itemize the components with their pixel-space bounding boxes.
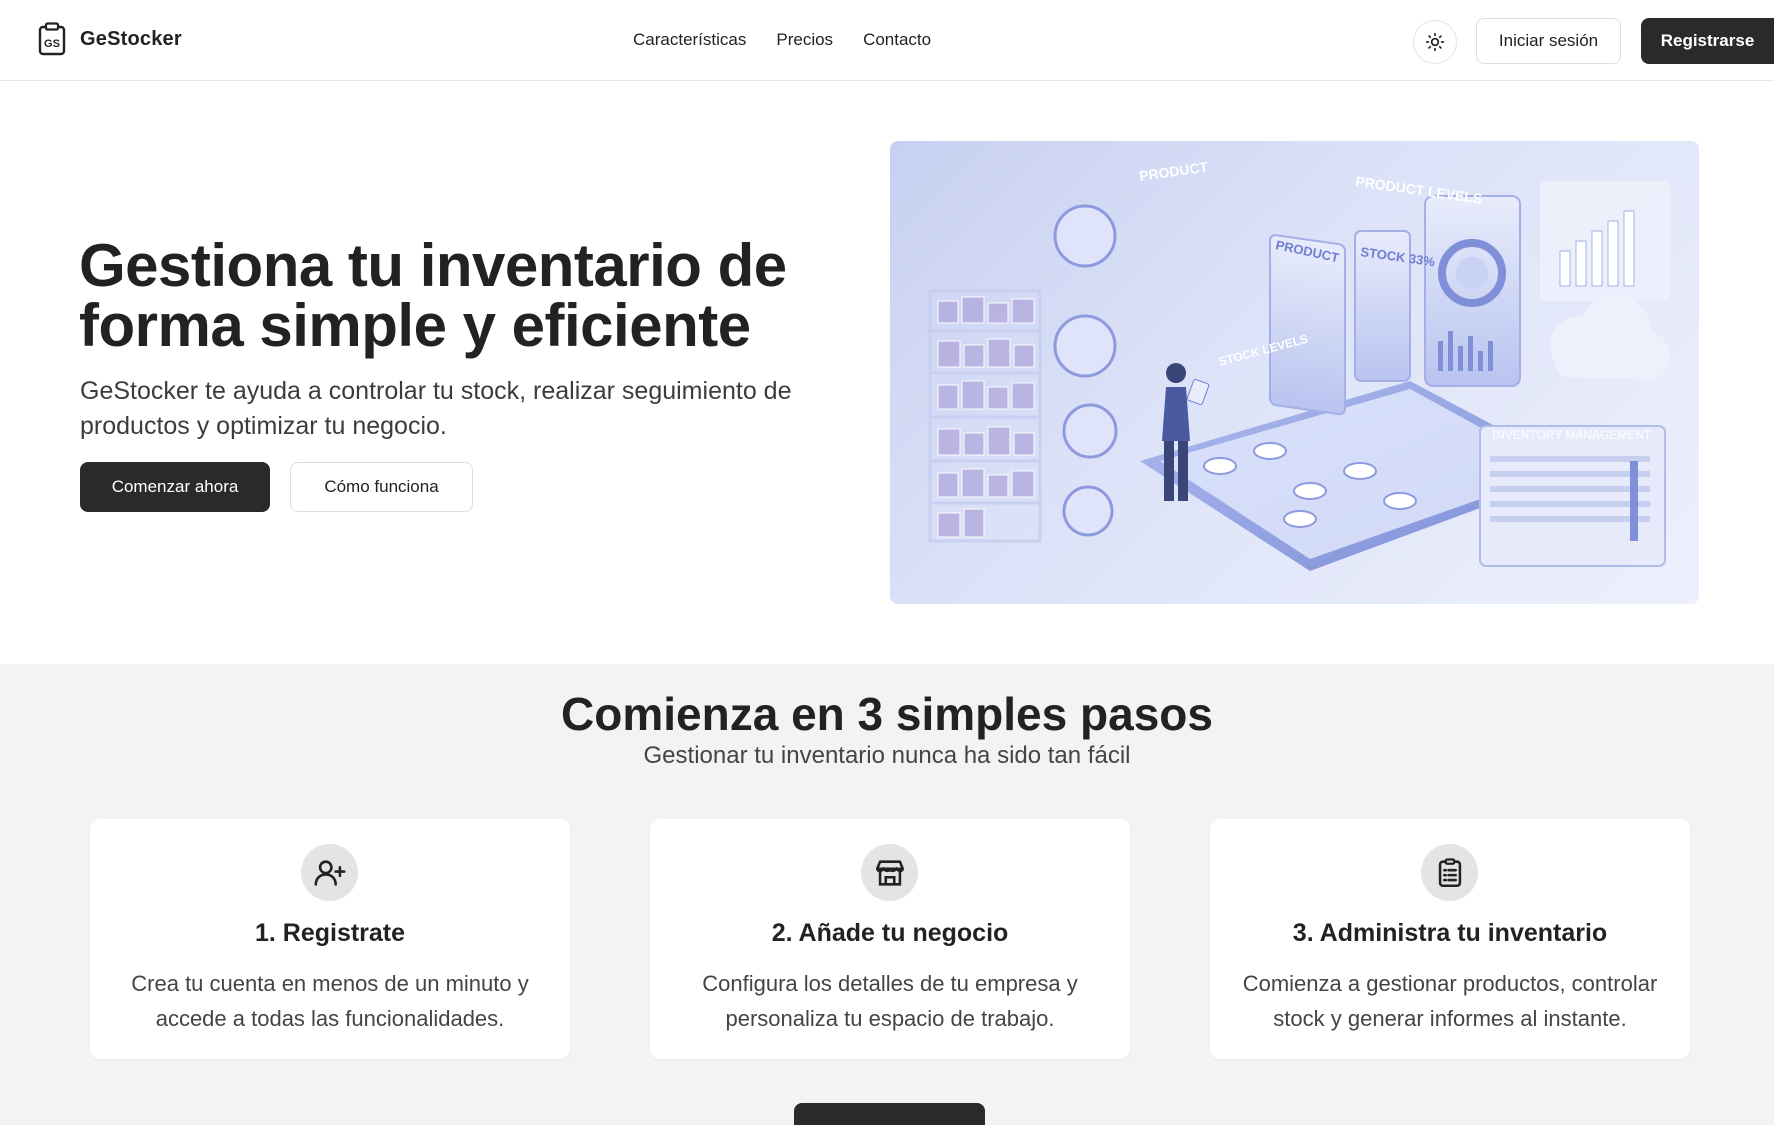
warehouse-shelf [928,289,1042,543]
step-icon-container [861,844,918,901]
illustration-label-product: PRODUCT [1138,158,1209,184]
step-icon-container [301,844,358,901]
clipboard-list-icon [1438,857,1461,887]
step-title: 3. Administra tu inventario [1292,919,1608,947]
nav-link-contacto[interactable]: Contacto [863,30,931,50]
theme-toggle-button[interactable] [1413,20,1457,64]
clipboard-logo-icon: GS [38,22,66,56]
step-icon-container [1421,844,1478,901]
step-description: Crea tu cuenta en menos de un minuto y a… [131,971,529,1031]
step-title: 2. Añade tu negocio [771,919,1009,947]
brand[interactable]: GS GeStocker [38,22,182,56]
step-description: Configura los detalles de tu empresa y p… [702,971,1078,1031]
store-icon [875,859,904,886]
brand-name: GeStocker [80,27,182,50]
illustration-label-inventory: INVENTORY MANAGEMENT [1493,428,1652,442]
bottom-cta-button[interactable] [794,1103,985,1125]
logo-text: GS [44,38,60,50]
step-description: Comienza a gestionar productos, controla… [1242,971,1658,1031]
main-nav: Características Precios Contacto [633,30,931,50]
register-button[interactable]: Registrarse [1641,18,1774,64]
step-title: 1. Registrate [254,919,406,947]
how-it-works-button[interactable]: Cómo funciona [290,462,473,512]
nav-link-precios[interactable]: Precios [776,30,833,50]
steps-title: Comienza en 3 simples pasos [561,688,1213,740]
login-button[interactable]: Iniciar sesión [1476,18,1621,64]
user-plus-icon [314,859,345,886]
hero-subtitle: GeStocker te ayuda a controlar tu stock,… [80,377,792,440]
sun-icon [1425,32,1445,52]
steps-subtitle: Gestionar tu inventario nunca ha sido ta… [643,742,1131,769]
illustration-label-product-levels: PRODUCT LEVELS [1355,173,1484,207]
step-card-business: 2. Añade tu negocio Configura los detall… [650,819,1130,1059]
step-card-manage: 3. Administra tu inventario Comienza a g… [1210,819,1690,1059]
hero-title: Gestiona tu inventario de forma simple y… [79,232,787,359]
inventory-illustration: INVENTORY MANAGEMENT PRODUCT PRODUCT LEV… [928,158,1670,571]
start-now-button[interactable]: Comenzar ahora [80,462,270,512]
hero-illustration: INVENTORY MANAGEMENT PRODUCT PRODUCT LEV… [890,141,1699,604]
step-card-register: 1. Registrate Crea tu cuenta en menos de… [90,819,570,1059]
top-navbar: GS GeStocker Características Precios Con… [0,0,1774,81]
nav-link-caracteristicas[interactable]: Características [633,30,746,50]
